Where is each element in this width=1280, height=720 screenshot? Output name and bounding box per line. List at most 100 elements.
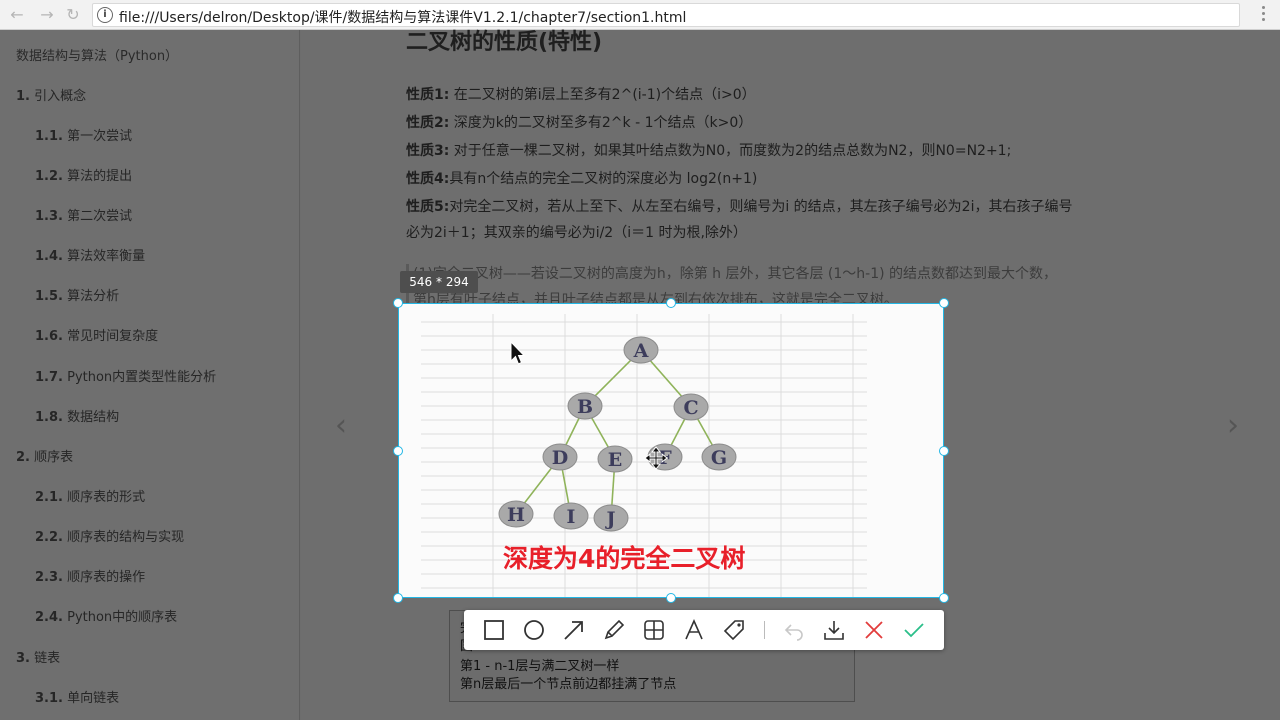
note-line-3: 第1 - n-1层与满二叉树一样	[460, 659, 620, 674]
note-line-4: 第n层最后一个节点前边都挂满了节点	[460, 677, 677, 692]
arrow-icon[interactable]	[562, 618, 586, 642]
next-page-icon[interactable]: ›	[1227, 408, 1239, 443]
tree-node-label: J	[605, 508, 616, 530]
resize-handle-top-left[interactable]	[393, 298, 403, 308]
download-icon[interactable]	[822, 618, 846, 642]
selection-size-label: 546 * 294	[400, 271, 478, 293]
page-title: 二叉树的性质(特性)	[406, 30, 603, 55]
sidebar-item[interactable]: 2. 顺序表	[16, 446, 73, 465]
mosaic-icon[interactable]	[642, 618, 666, 642]
sidebar-item[interactable]: 1.1. 第一次尝试	[35, 125, 132, 144]
sidebar-item-label: 引入概念	[29, 89, 87, 104]
sidebar-item-number: 1.5.	[35, 289, 63, 304]
sidebar-item-number: 2.1.	[35, 490, 63, 505]
sidebar-item-label: 算法的提出	[62, 169, 133, 184]
confirm-icon[interactable]	[902, 618, 926, 642]
property-2: 性质2: 深度为k的二叉树至多有2^k - 1个结点（k>0）	[406, 115, 753, 131]
tree-node-label: I	[567, 506, 576, 528]
sidebar-item[interactable]: 1. 引入概念	[16, 85, 86, 104]
menu-dots-icon[interactable]	[1262, 6, 1266, 24]
sidebar-item-number: 1.4.	[35, 249, 63, 264]
sidebar-item-number: 3.1.	[35, 691, 63, 706]
browser-toolbar: ← → ↻ i file:///Users/delron/Desktop/课件/…	[0, 0, 1280, 30]
sidebar-item-number: 1.	[16, 89, 30, 104]
toolbar-separator	[764, 621, 765, 639]
sidebar-item-label: 单向链表	[62, 691, 120, 706]
sidebar-item-number: 1.6.	[35, 329, 63, 344]
ellipse-icon[interactable]	[522, 618, 546, 642]
sidebar-item-number: 2.2.	[35, 530, 63, 545]
pen-icon[interactable]	[602, 618, 626, 642]
annotation-toolbar	[464, 610, 944, 650]
resize-handle-right[interactable]	[939, 446, 949, 456]
tree-node-label: G	[711, 447, 727, 469]
sidebar-item[interactable]: 1.6. 常见时间复杂度	[35, 325, 158, 344]
forward-arrow-icon[interactable]: →	[36, 4, 58, 26]
resize-handle-left[interactable]	[393, 446, 403, 456]
property-3: 性质3: 对于任意一棵二叉树，如果其叶结点数为N0，而度数为2的结点总数为N2，…	[406, 143, 1012, 159]
resize-handle-bottom[interactable]	[666, 593, 676, 603]
sidebar-item-label: 第二次尝试	[62, 209, 133, 224]
sidebar-item[interactable]: 1.8. 数据结构	[35, 406, 119, 425]
address-bar[interactable]: i file:///Users/delron/Desktop/课件/数据结构与算…	[92, 3, 1240, 27]
sidebar-item[interactable]: 2.1. 顺序表的形式	[35, 486, 145, 505]
sidebar-item[interactable]: 1.3. 第二次尝试	[35, 205, 132, 224]
mouse-pointer-icon	[510, 340, 525, 365]
sidebar-item-number: 1.2.	[35, 169, 63, 184]
sidebar-item-number: 3.	[16, 651, 30, 666]
sidebar-item-label: Python内置类型性能分析	[62, 370, 217, 385]
resize-handle-top-right[interactable]	[939, 298, 949, 308]
resize-handle-bottom-left[interactable]	[393, 593, 403, 603]
tree-node-label: H	[507, 504, 525, 526]
sidebar-item[interactable]: 1.2. 算法的提出	[35, 165, 132, 184]
property-1: 性质1: 在二叉树的第i层上至多有2^(i-1)个结点（i>0）	[406, 87, 756, 103]
rectangle-icon[interactable]	[482, 618, 506, 642]
sidebar-item-label: 数据结构	[62, 410, 120, 425]
sidebar-item-label: 顺序表	[29, 450, 74, 465]
sidebar-item-label: 顺序表的结构与实现	[62, 530, 185, 545]
sidebar-item[interactable]: 3. 链表	[16, 647, 60, 666]
sidebar-item-label: 顺序表的操作	[62, 570, 146, 585]
sidebar-item-label: 算法效率衡量	[62, 249, 146, 264]
sidebar-item-number: 1.3.	[35, 209, 63, 224]
tree-node-label: C	[683, 397, 698, 419]
sidebar-item[interactable]: 1.4. 算法效率衡量	[35, 245, 145, 264]
sidebar-item[interactable]: 2.3. 顺序表的操作	[35, 566, 145, 585]
sidebar-item[interactable]: 3.1. 单向链表	[35, 687, 119, 706]
property-4: 性质4:具有n个结点的完全二叉树的深度必为 log2(n+1)	[406, 171, 758, 187]
tree-node-label: D	[552, 447, 568, 469]
sidebar-item[interactable]: 1.5. 算法分析	[35, 285, 119, 304]
tree-node-label: B	[577, 396, 593, 418]
sidebar-item-number: 1.1.	[35, 129, 63, 144]
sidebar-item-number: 1.7.	[35, 370, 63, 385]
screenshot-selection[interactable]: ABCDEFGHIJ 深度为4的完全二叉树	[398, 303, 944, 598]
sidebar-item-label: 顺序表的形式	[62, 490, 146, 505]
sidebar-item-label: Python中的顺序表	[62, 610, 178, 625]
sidebar-item-number: 2.3.	[35, 570, 63, 585]
sidebar-item[interactable]: 2.4. Python中的顺序表	[35, 606, 177, 625]
sidebar-item-number: 2.	[16, 450, 30, 465]
sidebar-title[interactable]: 数据结构与算法（Python）	[16, 45, 178, 64]
sidebar-item-number: 2.4.	[35, 610, 63, 625]
sidebar: 数据结构与算法（Python） 1. 引入概念 1.1. 第一次尝试 1.2. 算法…	[0, 30, 300, 720]
tree-node-label: A	[633, 340, 649, 362]
prev-page-icon[interactable]: ‹	[335, 408, 347, 443]
sidebar-item-label: 算法分析	[62, 289, 120, 304]
sidebar-item[interactable]: 1.7. Python内置类型性能分析	[35, 366, 216, 385]
reload-icon[interactable]: ↻	[62, 4, 84, 26]
property-5-continued: 必为2i＋1；其双亲的编号必为i/2（i＝1 时为根,除外）	[406, 225, 747, 241]
info-icon[interactable]: i	[97, 7, 113, 23]
sidebar-item-label: 第一次尝试	[62, 129, 133, 144]
back-arrow-icon[interactable]: ←	[6, 4, 28, 26]
property-5: 性质5:对完全二叉树，若从上至下、从左至右编号，则编号为i 的结点，其左孩子编号…	[406, 199, 1073, 215]
resize-handle-top[interactable]	[666, 298, 676, 308]
tag-icon[interactable]	[722, 618, 746, 642]
cancel-icon[interactable]	[862, 618, 886, 642]
sidebar-item[interactable]: 2.2. 顺序表的结构与实现	[35, 526, 184, 545]
resize-handle-bottom-right[interactable]	[939, 593, 949, 603]
sidebar-item-label: 常见时间复杂度	[62, 329, 159, 344]
tree-node-label: E	[608, 449, 622, 471]
sidebar-item-number: 1.8.	[35, 410, 63, 425]
undo-icon[interactable]	[782, 618, 806, 642]
text-icon[interactable]	[682, 618, 706, 642]
